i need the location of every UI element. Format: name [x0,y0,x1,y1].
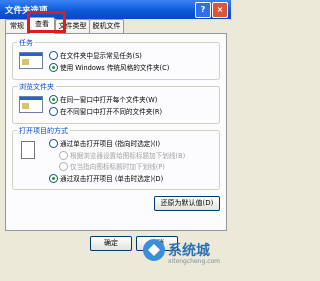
watermark-url: xitongcheng.com [168,258,220,265]
restore-defaults-button[interactable]: 还原为默认值(D) [154,196,220,211]
classic-folders-label: 使用 Windows 传统风格的文件夹(C) [60,64,170,72]
underline-point-label: 仅当指向图标标题时加下划线(P) [70,163,165,171]
watermark-logo-icon [143,239,165,261]
close-button[interactable]: × [212,2,228,18]
single-click-label: 通过单击打开项目 (指向时选定)(I) [60,140,161,148]
same-window-label: 在同一窗口中打开每个文件夹(W) [60,96,158,104]
same-window-radio[interactable] [49,95,58,104]
different-window-label: 在不同窗口中打开不同的文件夹(R) [60,108,163,116]
tasks-group: 任务 在文件夹中显示常见任务(S) 使用 Windows 传统风格的文件夹(C) [12,38,220,80]
open-items-legend: 打开项目的方式 [17,126,70,136]
browse-folder-icon [19,96,43,113]
open-items-group: 打开项目的方式 通过单击打开项目 (指向时选定)(I) 根据浏览器设置给图标标题… [12,126,220,190]
tasks-folder-icon [19,52,43,69]
classic-folders-radio[interactable] [49,63,58,72]
ok-button[interactable]: 确定 [90,236,132,251]
red-highlight-box [27,11,66,33]
show-common-tasks-label: 在文件夹中显示常见任务(S) [60,52,142,60]
single-click-radio[interactable] [49,139,58,148]
pointer-icon [21,141,35,159]
tasks-legend: 任务 [17,38,35,48]
show-common-tasks-radio[interactable] [49,51,58,60]
underline-browser-label: 根据浏览器设置给图标标题加下划线(B) [70,152,186,160]
double-click-label: 通过双击打开项目 (单击时选定)(D) [60,175,164,183]
underline-browser-radio[interactable] [59,151,68,160]
tab-general[interactable]: 常规 [5,19,29,33]
watermark-text: 系统城 [168,243,210,259]
different-window-radio[interactable] [49,107,58,116]
browse-legend: 浏览文件夹 [17,82,56,92]
browse-group: 浏览文件夹 在同一窗口中打开每个文件夹(W) 在不同窗口中打开不同的文件夹(R) [12,82,220,124]
tab-offline-files[interactable]: 脱机文件 [89,19,124,33]
help-button[interactable]: ? [195,2,211,18]
underline-point-radio[interactable] [59,162,68,171]
double-click-radio[interactable] [49,174,58,183]
tab-panel: 任务 在文件夹中显示常见任务(S) 使用 Windows 传统风格的文件夹(C)… [5,33,227,231]
